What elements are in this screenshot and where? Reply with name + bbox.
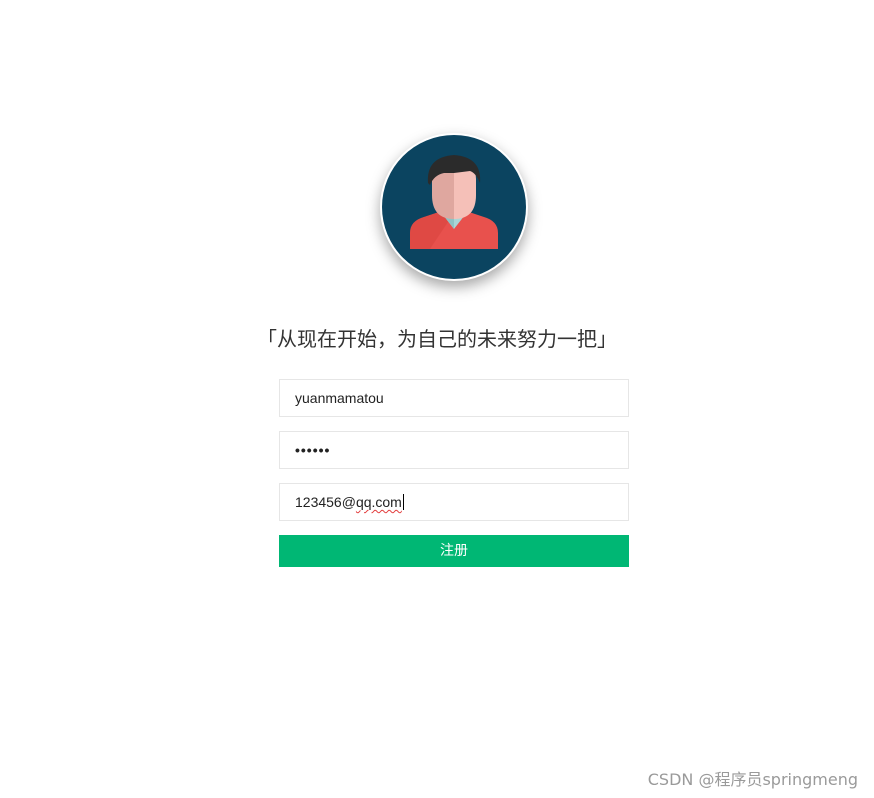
password-value: •••••• — [295, 442, 331, 458]
password-input[interactable]: •••••• — [279, 431, 629, 469]
email-domain: qq.com — [355, 494, 402, 510]
avatar — [380, 133, 528, 281]
username-input[interactable]: yuanmamatou — [279, 379, 629, 417]
user-avatar-icon — [382, 135, 526, 279]
text-caret — [402, 494, 404, 510]
watermark-text: CSDN @程序员springmeng — [647, 770, 858, 789]
username-value: yuanmamatou — [295, 390, 384, 406]
register-button[interactable]: 注册 — [279, 535, 629, 567]
email-input[interactable]: 123456@qq.com — [279, 483, 629, 521]
email-value: 123456@qq.com — [295, 484, 404, 520]
slogan-text: 「从现在开始，为自己的未来努力一把」 — [257, 327, 617, 351]
email-prefix: 123456@ — [295, 494, 356, 510]
